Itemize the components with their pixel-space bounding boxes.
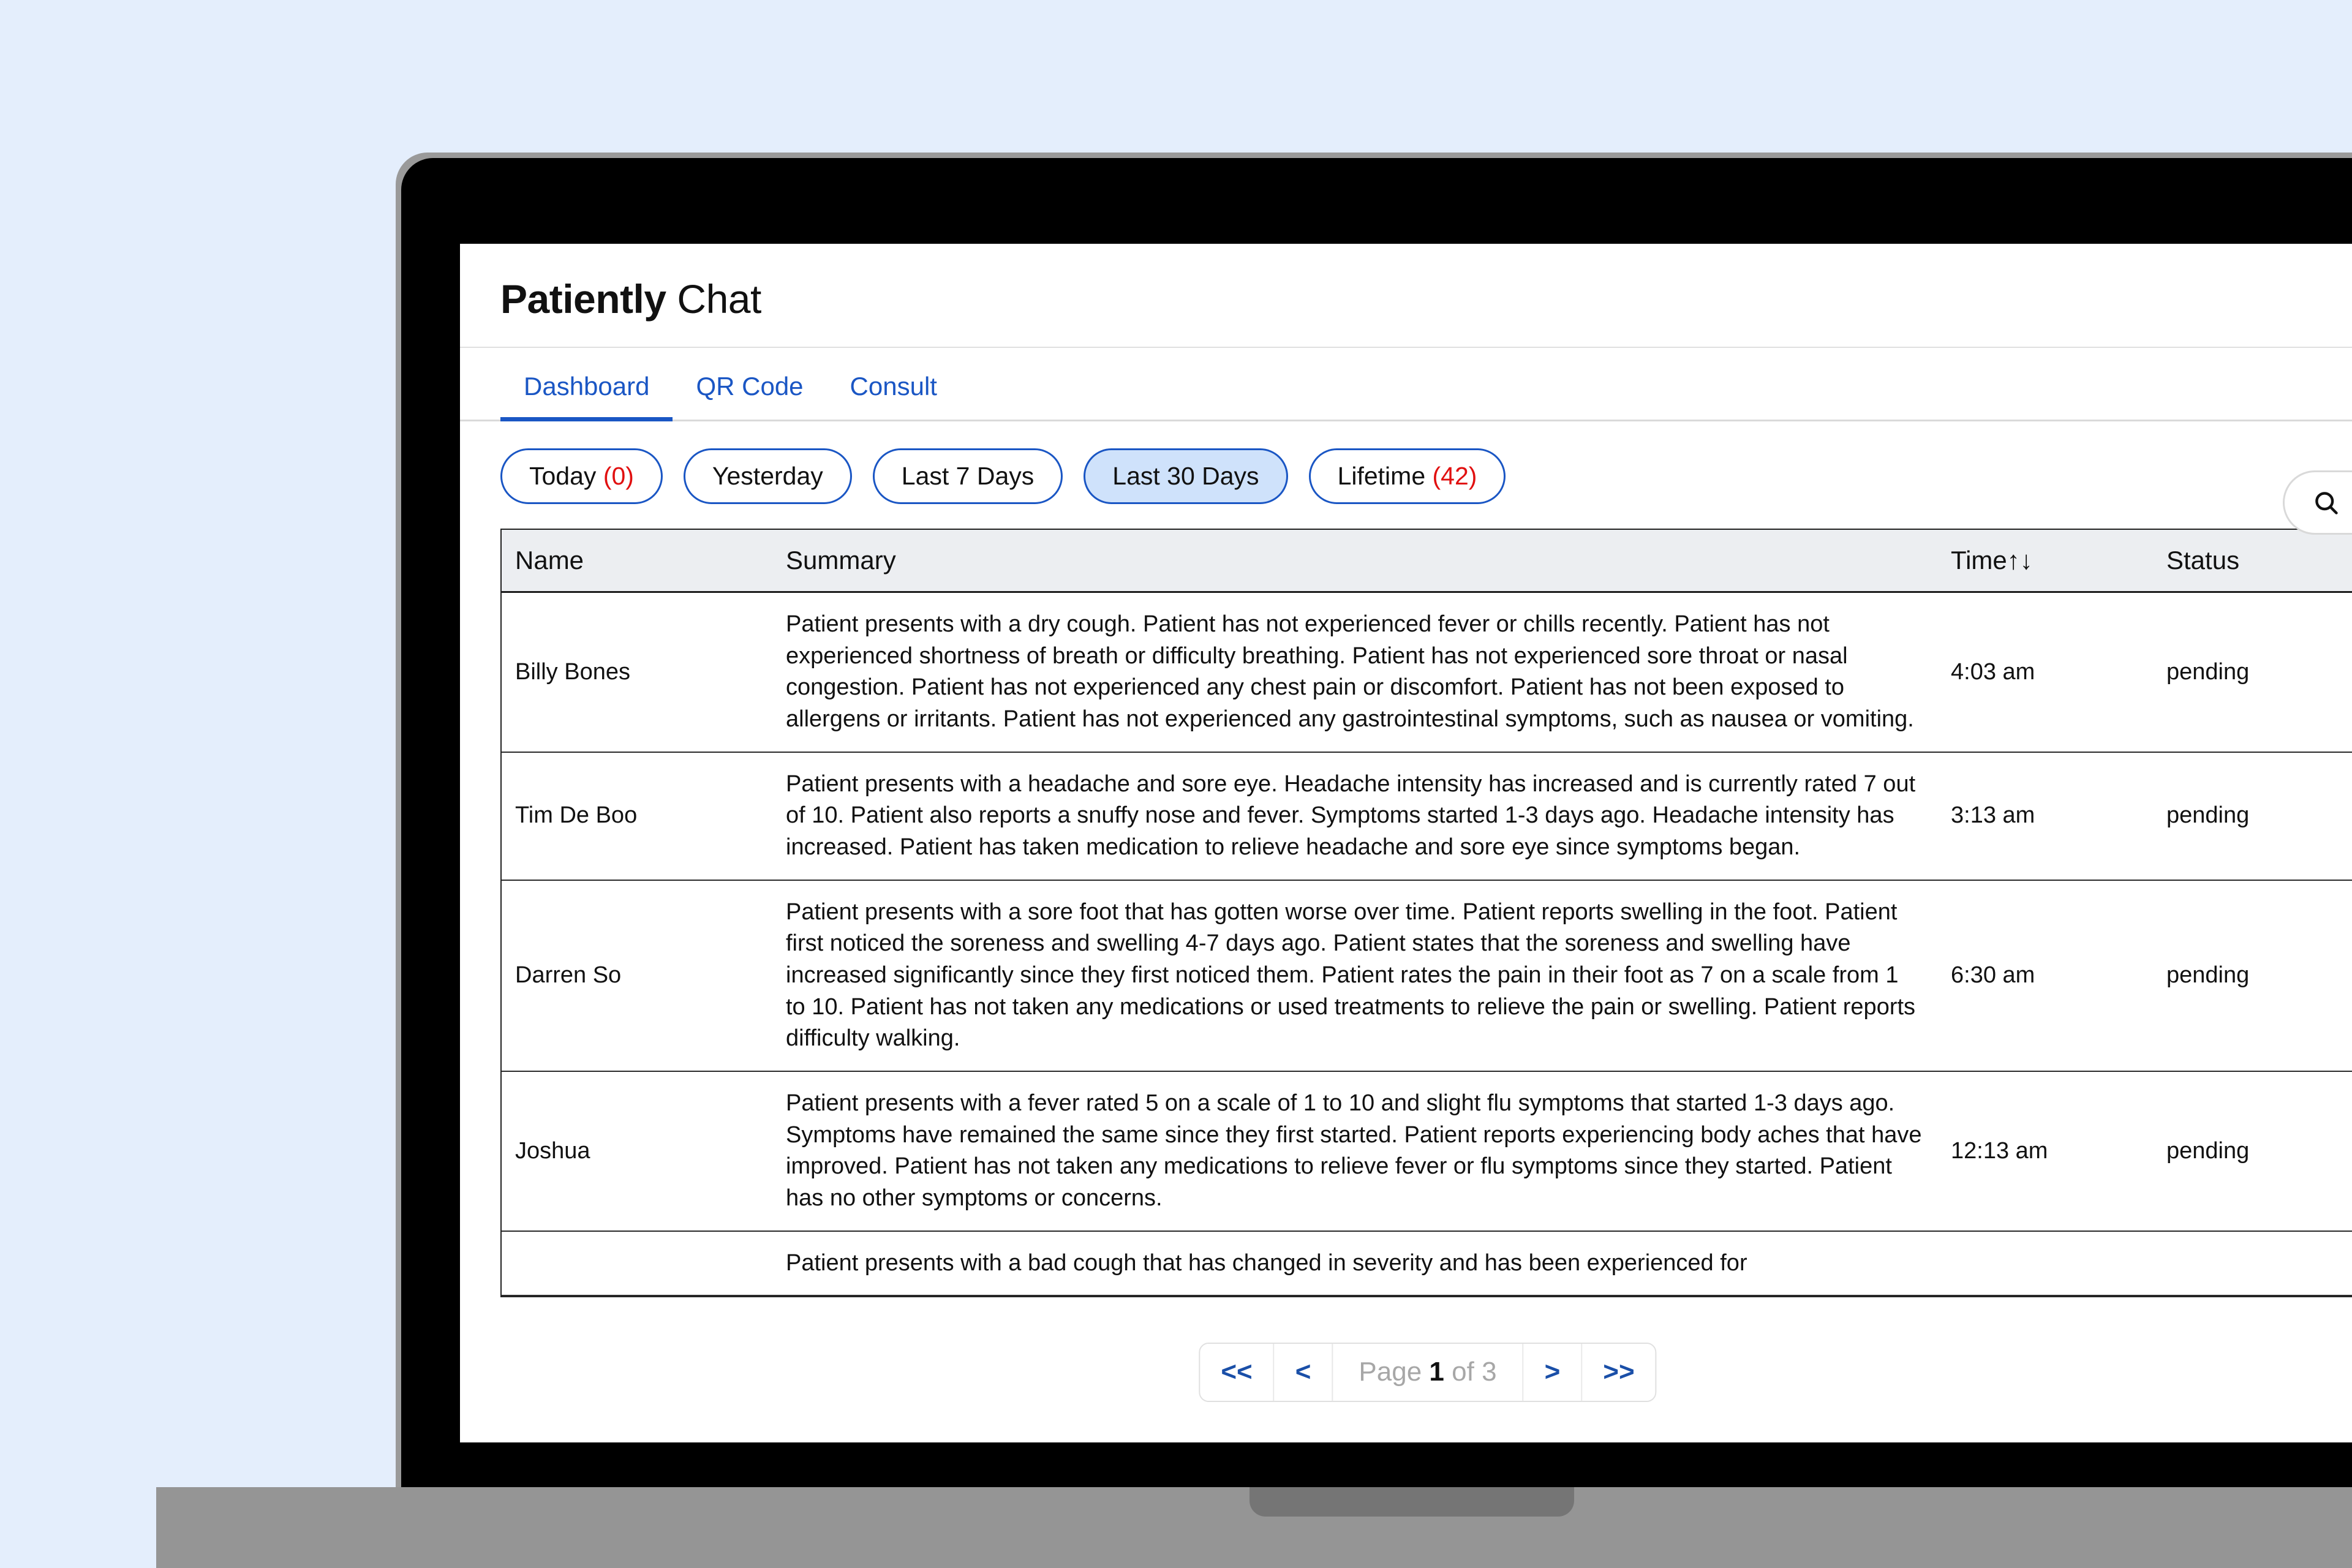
app-header: Patiently Chat bbox=[460, 244, 2352, 348]
filter-chip-last-7-days[interactable]: Last 7 Days bbox=[872, 448, 1063, 504]
laptop-base-notch bbox=[1250, 1487, 1574, 1517]
filter-chip-lifetime[interactable]: Lifetime (42) bbox=[1308, 448, 1506, 504]
table-row[interactable]: Billy Bones Patient presents with a dry … bbox=[502, 592, 2352, 753]
cell-summary: Patient presents with a bad cough that h… bbox=[772, 1231, 1937, 1296]
table-head: Name Summary Time↑↓ Status D bbox=[502, 530, 2352, 593]
results-table: Name Summary Time↑↓ Status D Billy Bones… bbox=[502, 530, 2352, 1296]
cell-summary: Patient presents with a dry cough. Patie… bbox=[772, 592, 1937, 753]
filter-chip-today-count: (0) bbox=[603, 462, 634, 490]
table-row[interactable]: Patient presents with a bad cough that h… bbox=[502, 1231, 2352, 1296]
cell-summary: Patient presents with a sore foot that h… bbox=[772, 880, 1937, 1072]
table-row[interactable]: Joshua Patient presents with a fever rat… bbox=[502, 1071, 2352, 1232]
cell-time bbox=[1937, 1231, 2153, 1296]
app-title-suffix: Chat bbox=[666, 276, 761, 322]
cell-status: pending bbox=[2153, 752, 2352, 881]
filter-chip-today[interactable]: Today (0) bbox=[500, 448, 663, 504]
results-table-container[interactable]: Name Summary Time↑↓ Status D Billy Bones… bbox=[500, 529, 2352, 1297]
laptop-screen: Patiently Chat Dashboard QR Code Consult… bbox=[460, 244, 2352, 1442]
pagination-prev-button[interactable]: < bbox=[1274, 1344, 1333, 1401]
cell-name: Darren So bbox=[502, 880, 772, 1072]
filter-chip-lifetime-label: Lifetime bbox=[1337, 462, 1433, 490]
column-header-name[interactable]: Name bbox=[502, 530, 772, 593]
cell-name: Billy Bones bbox=[502, 592, 772, 753]
cell-status: pending bbox=[2153, 1071, 2352, 1232]
page-title: Patiently Chat bbox=[500, 276, 2352, 322]
filter-bar: Today (0) Yesterday Last 7 Days Last 30 … bbox=[460, 421, 2352, 529]
filter-chip-lifetime-count: (42) bbox=[1432, 462, 1477, 490]
cell-status bbox=[2153, 1231, 2352, 1296]
cell-name bbox=[502, 1231, 772, 1296]
cell-status: pending bbox=[2153, 592, 2352, 753]
filter-chip-last-30-days[interactable]: Last 30 Days bbox=[1084, 448, 1288, 504]
cell-name: Joshua bbox=[502, 1071, 772, 1232]
screenshot-stage: Patiently Chat Dashboard QR Code Consult… bbox=[0, 0, 2352, 1568]
app-title-brand: Patiently bbox=[500, 276, 666, 322]
table-footer: << < Page 1 of 3 > >> Showing bbox=[460, 1297, 2352, 1442]
filter-chip-yesterday-label: Yesterday bbox=[712, 462, 823, 490]
column-header-status[interactable]: Status bbox=[2153, 530, 2352, 593]
cell-time: 12:13 am bbox=[1937, 1071, 2153, 1232]
table-row[interactable]: Tim De Boo Patient presents with a heada… bbox=[502, 752, 2352, 881]
pagination-last-button[interactable]: >> bbox=[1582, 1344, 1656, 1401]
table-body: Billy Bones Patient presents with a dry … bbox=[502, 592, 2352, 1296]
pagination-page-word: Page bbox=[1359, 1357, 1422, 1387]
table-row[interactable]: Darren So Patient presents with a sore f… bbox=[502, 880, 2352, 1072]
cell-time: 6:30 am bbox=[1937, 880, 2153, 1072]
column-header-time[interactable]: Time↑↓ bbox=[1937, 530, 2153, 593]
column-header-summary[interactable]: Summary bbox=[772, 530, 1937, 593]
tab-bar: Dashboard QR Code Consult bbox=[460, 348, 2352, 421]
filter-chip-today-label: Today bbox=[529, 462, 603, 490]
cell-time: 4:03 am bbox=[1937, 592, 2153, 753]
pagination-controls: << < Page 1 of 3 > >> bbox=[1199, 1343, 1657, 1402]
pagination-first-button[interactable]: << bbox=[1200, 1344, 1275, 1401]
filter-chip-last-30-days-label: Last 30 Days bbox=[1112, 462, 1259, 490]
cell-time: 3:13 am bbox=[1937, 752, 2153, 881]
tab-qr-code[interactable]: QR Code bbox=[673, 372, 826, 421]
pagination-of-word: of bbox=[1452, 1357, 1474, 1387]
pagination-current-page: 1 bbox=[1429, 1357, 1444, 1387]
cell-status: pending bbox=[2153, 880, 2352, 1072]
pagination-total-pages: 3 bbox=[1482, 1357, 1497, 1387]
pagination-next-button[interactable]: > bbox=[1523, 1344, 1583, 1401]
cell-summary: Patient presents with a fever rated 5 on… bbox=[772, 1071, 1937, 1232]
cell-summary: Patient presents with a headache and sor… bbox=[772, 752, 1937, 881]
filter-chip-yesterday[interactable]: Yesterday bbox=[683, 448, 852, 504]
filter-chip-last-7-days-label: Last 7 Days bbox=[901, 462, 1035, 490]
tab-dashboard[interactable]: Dashboard bbox=[500, 372, 673, 421]
search-box[interactable] bbox=[2283, 470, 2352, 535]
table-header-row: Name Summary Time↑↓ Status D bbox=[502, 530, 2352, 593]
cell-name: Tim De Boo bbox=[502, 752, 772, 881]
tab-consult[interactable]: Consult bbox=[827, 372, 960, 421]
search-icon bbox=[2315, 491, 2338, 514]
pagination-page-indicator: Page 1 of 3 bbox=[1333, 1344, 1524, 1401]
